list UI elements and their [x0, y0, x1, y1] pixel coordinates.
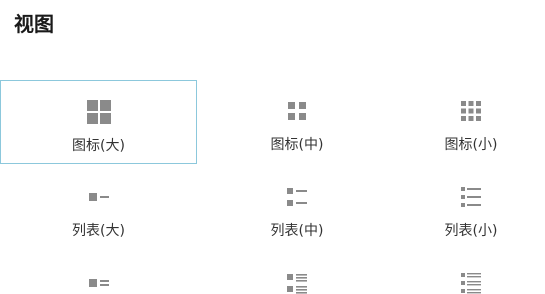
large-icons-icon [84, 97, 114, 127]
view-option-label: 图标(小) [444, 137, 498, 153]
panel-title: 视图 [14, 12, 54, 36]
view-option-medium-icons[interactable]: 图标(中) [197, 80, 397, 164]
medium-list-icon [282, 182, 312, 212]
medium-details-icon [282, 268, 312, 294]
small-details-icon [456, 268, 486, 294]
large-list-icon [84, 182, 114, 212]
view-option-small-details[interactable] [397, 252, 545, 294]
view-option-label: 图标(大) [72, 138, 125, 154]
view-option-label: 列表(中) [270, 223, 324, 239]
view-option-small-icons[interactable]: 图标(小) [397, 80, 545, 164]
view-option-small-list[interactable]: 列表(小) [397, 166, 545, 250]
small-list-icon [456, 182, 486, 212]
view-option-medium-list[interactable]: 列表(中) [197, 166, 397, 250]
large-details-icon [84, 268, 114, 294]
view-option-label: 列表(小) [444, 223, 498, 239]
view-option-label: 列表(大) [72, 223, 125, 239]
view-option-large-icons[interactable]: 图标(大) [0, 80, 197, 164]
view-option-large-list[interactable]: 列表(大) [0, 166, 197, 250]
medium-icons-icon [282, 96, 312, 126]
view-option-label: 图标(中) [270, 137, 324, 153]
small-icons-icon [456, 96, 486, 126]
view-option-large-details[interactable] [0, 252, 197, 294]
view-option-medium-details[interactable] [197, 252, 397, 294]
